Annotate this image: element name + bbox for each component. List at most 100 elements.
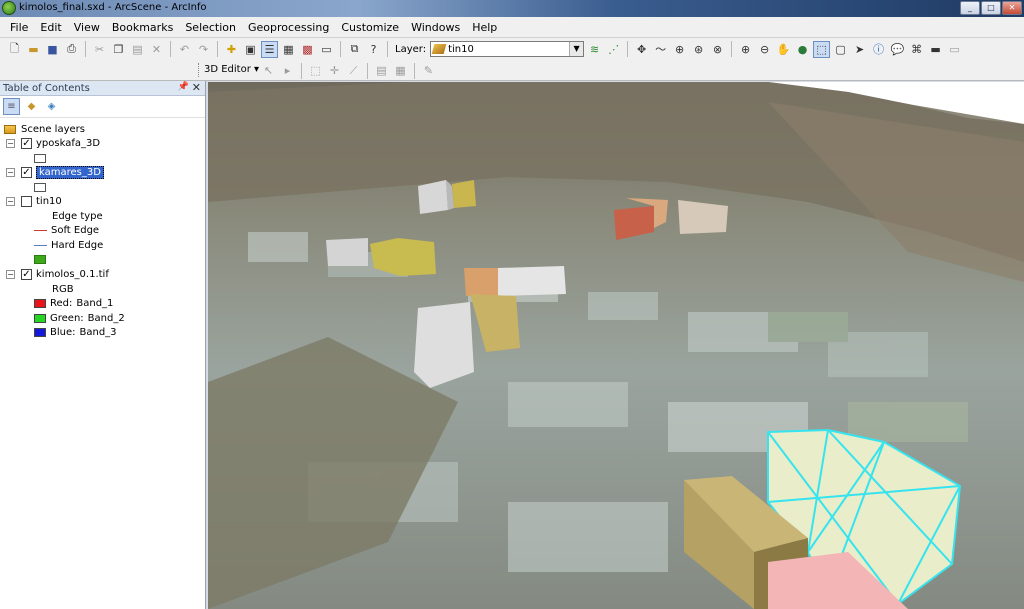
3d-scene-view[interactable]: [208, 82, 1024, 609]
table-of-contents-icon[interactable]: ☰: [261, 40, 278, 58]
list-by-visibility-icon[interactable]: ◈: [43, 98, 60, 115]
cut-icon[interactable]: ✂: [91, 41, 108, 58]
html-popup-icon[interactable]: 💬: [889, 41, 906, 58]
attributes-icon[interactable]: ▤: [373, 62, 390, 79]
layer-name[interactable]: kimolos_0.1.tif: [36, 269, 109, 280]
save-icon[interactable]: ■: [44, 41, 61, 58]
layer-name[interactable]: yposkafa_3D: [36, 138, 100, 149]
clear-selection-icon[interactable]: ▢: [832, 41, 849, 58]
set-observer-icon[interactable]: ⊗: [709, 41, 726, 58]
list-by-source-icon[interactable]: ◆: [23, 98, 40, 115]
layer-dropdown[interactable]: tin10 ▼: [430, 41, 585, 57]
scene-layers-root[interactable]: Scene layers: [4, 122, 85, 136]
menu-bookmarks[interactable]: Bookmarks: [106, 21, 179, 34]
select-elements-arrow-icon[interactable]: ➤: [851, 41, 868, 58]
pan-hand-icon[interactable]: ✋: [775, 41, 792, 58]
toolbar-separator: [170, 41, 171, 57]
chevron-down-icon[interactable]: ▼: [569, 42, 584, 56]
menu-selection[interactable]: Selection: [179, 21, 242, 34]
maximize-button[interactable]: □: [981, 1, 1001, 15]
menu-view[interactable]: View: [68, 21, 106, 34]
menu-file[interactable]: File: [4, 21, 34, 34]
menu-windows[interactable]: Windows: [405, 21, 466, 34]
steepest-path-icon[interactable]: ⋰: [605, 41, 622, 58]
collapse-toggle[interactable]: −: [6, 196, 15, 206]
close-icon[interactable]: ✕: [192, 81, 201, 94]
split-icon[interactable]: ⟋: [345, 62, 362, 79]
move-icon[interactable]: ✛: [326, 62, 343, 79]
layer-visibility-checkbox[interactable]: [21, 195, 32, 207]
edit-annotation-icon[interactable]: ▸: [279, 62, 296, 79]
target-center-icon[interactable]: ⊕: [671, 41, 688, 58]
layer-row-yposkafa[interactable]: − ✓ yposkafa_3D: [6, 136, 100, 150]
legend-band: Band_2: [87, 312, 125, 324]
hard-edge-line-symbol[interactable]: [34, 244, 47, 246]
full-extent-globe-icon[interactable]: ●: [794, 41, 811, 58]
red-band-swatch[interactable]: [34, 298, 46, 308]
zoom-out-icon[interactable]: ⊖: [756, 41, 773, 58]
green-band-swatch[interactable]: [34, 313, 46, 323]
delete-icon[interactable]: ✕: [148, 41, 165, 58]
reshape-icon[interactable]: ⬚: [307, 62, 324, 79]
layer-name[interactable]: tin10: [36, 196, 62, 207]
3d-editor-menu[interactable]: 3D Editor ▾: [204, 64, 259, 75]
add-data-icon[interactable]: ✚: [223, 41, 240, 58]
print-icon[interactable]: ⎙: [63, 41, 80, 58]
model-builder-icon[interactable]: ⧉: [346, 41, 363, 58]
toc-title: Table of Contents: [3, 82, 90, 94]
measure-icon[interactable]: ▬: [927, 41, 944, 58]
legend-label: Soft Edge: [51, 224, 100, 236]
polygon-symbol[interactable]: [34, 182, 46, 192]
menu-customize[interactable]: Customize: [335, 21, 405, 34]
toolbar-separator: [301, 62, 302, 79]
identify-icon[interactable]: ⓘ: [870, 41, 887, 58]
layer-name[interactable]: kamares_3D: [36, 165, 104, 179]
sketch-properties-icon[interactable]: ▦: [392, 62, 409, 79]
edit-tool-icon[interactable]: ↖: [260, 62, 277, 79]
layer-row-kimolos-raster[interactable]: − ✓ kimolos_0.1.tif: [6, 267, 109, 281]
menu-bar: File Edit View Bookmarks Selection Geopr…: [0, 17, 1024, 38]
collapse-toggle[interactable]: −: [6, 138, 15, 148]
list-by-drawing-order-icon[interactable]: ≡: [3, 98, 20, 115]
navigate-icon[interactable]: ✥: [633, 41, 650, 58]
undo-icon[interactable]: ↶: [176, 41, 193, 58]
layer-row-kamares[interactable]: − ✓ kamares_3D: [6, 165, 104, 179]
create-features-icon[interactable]: ✎: [420, 62, 437, 79]
pin-icon[interactable]: 📌: [178, 82, 189, 92]
scene-properties-icon[interactable]: ▣: [242, 41, 259, 58]
select-features-icon[interactable]: ⬚: [813, 40, 831, 58]
blue-band-swatch[interactable]: [34, 327, 46, 337]
zoom-to-target-icon[interactable]: ⊛: [690, 41, 707, 58]
face-fill-symbol[interactable]: [34, 254, 46, 264]
soft-edge-line-symbol[interactable]: [34, 229, 47, 231]
help-pointer-icon[interactable]: ?: [365, 41, 382, 58]
animation-icon[interactable]: ▭: [946, 41, 963, 58]
new-document-icon[interactable]: 🗋: [6, 41, 23, 58]
layer-visibility-checkbox[interactable]: ✓: [21, 166, 32, 178]
python-window-icon[interactable]: ▭: [318, 41, 335, 58]
layer-row-tin10[interactable]: − tin10: [6, 194, 62, 208]
minimize-button[interactable]: _: [960, 1, 980, 15]
contour-icon[interactable]: ≋: [586, 41, 603, 58]
zoom-in-icon[interactable]: ⊕: [737, 41, 754, 58]
toolbar-separator: [387, 41, 388, 57]
menu-geoprocessing[interactable]: Geoprocessing: [242, 21, 335, 34]
redo-icon[interactable]: ↷: [195, 41, 212, 58]
menu-help[interactable]: Help: [466, 21, 503, 34]
catalog-icon[interactable]: ▦: [280, 41, 297, 58]
polygon-symbol[interactable]: [34, 153, 46, 163]
toolbar-grip[interactable]: [198, 63, 201, 77]
collapse-toggle[interactable]: −: [6, 167, 15, 177]
toolbox-icon[interactable]: ▩: [299, 41, 316, 58]
collapse-toggle[interactable]: −: [6, 269, 15, 279]
find-binoculars-icon[interactable]: ⌘: [908, 41, 925, 58]
layer-visibility-checkbox[interactable]: ✓: [21, 268, 32, 280]
open-folder-icon[interactable]: ▬: [25, 41, 42, 58]
menu-edit[interactable]: Edit: [34, 21, 67, 34]
layer-visibility-checkbox[interactable]: ✓: [21, 137, 32, 149]
fly-icon[interactable]: 〜: [652, 41, 669, 58]
legend-heading-text: RGB: [52, 283, 74, 295]
close-window-button[interactable]: ✕: [1002, 1, 1022, 15]
paste-icon[interactable]: ▤: [129, 41, 146, 58]
copy-icon[interactable]: ❐: [110, 41, 127, 58]
